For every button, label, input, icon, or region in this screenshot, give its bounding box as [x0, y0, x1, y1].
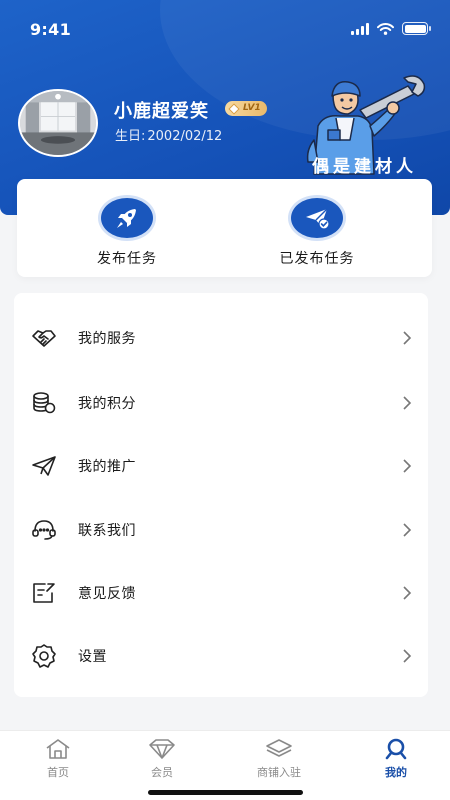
- chevron-right-icon: [403, 586, 412, 600]
- profile-icon: [381, 737, 411, 761]
- menu-item-my-points[interactable]: 我的积分: [14, 371, 428, 435]
- level-text: LV1: [243, 103, 261, 113]
- username: 小鹿超爱笑: [114, 101, 209, 122]
- birthday: 生日: 2002/02/12: [115, 125, 224, 144]
- menu-label: 我的服务: [78, 331, 136, 347]
- chevron-right-icon: [403, 459, 412, 473]
- rocket-icon: [98, 195, 156, 241]
- feedback-icon: [31, 580, 57, 606]
- menu-item-feedback[interactable]: 意见反馈: [14, 561, 428, 625]
- gear-icon: [31, 643, 57, 669]
- chevron-right-icon: [403, 396, 412, 410]
- diamond-icon: [147, 737, 177, 761]
- menu-label: 意见反馈: [78, 586, 136, 602]
- tab-mine[interactable]: 我的: [351, 737, 441, 781]
- chevron-right-icon: [403, 331, 412, 345]
- menu-label: 我的积分: [78, 396, 136, 412]
- home-indicator: [148, 790, 303, 795]
- layers-icon: [264, 737, 294, 761]
- tab-shop-entry[interactable]: 商铺入驻: [234, 737, 324, 781]
- birthday-label: 生日:: [115, 129, 146, 144]
- menu-item-my-services[interactable]: 我的服务: [14, 306, 428, 370]
- tab-label: 会员: [151, 766, 173, 779]
- publish-task-button[interactable]: 发布任务: [67, 195, 187, 275]
- menu-label: 联系我们: [78, 523, 136, 539]
- coins-icon: [31, 390, 57, 416]
- birthday-value: 2002/02/12: [147, 129, 223, 144]
- signal-icon: [351, 22, 369, 35]
- tab-label: 商铺入驻: [257, 766, 301, 779]
- tab-label: 首页: [47, 766, 69, 779]
- published-tasks-button[interactable]: 已发布任务: [257, 195, 377, 275]
- wifi-icon: [377, 22, 394, 35]
- tab-membership[interactable]: 会员: [117, 737, 207, 781]
- home-icon: [43, 737, 73, 761]
- chevron-right-icon: [403, 523, 412, 537]
- battery-icon: [402, 22, 431, 35]
- handshake-icon: [31, 325, 57, 351]
- status-time: 9:41: [30, 20, 71, 39]
- menu-item-my-promotion[interactable]: 我的推广: [14, 434, 428, 498]
- tab-home[interactable]: 首页: [13, 737, 103, 781]
- tab-label: 我的: [385, 766, 407, 779]
- menu-list: 我的服务 我的积分 我的推广 联系我们 意见反馈 设置: [14, 293, 428, 697]
- headset-icon: [31, 517, 57, 543]
- task-card: 发布任务 已发布任务: [17, 179, 432, 277]
- menu-label: 我的推广: [78, 459, 136, 475]
- menu-item-contact-us[interactable]: 联系我们: [14, 498, 428, 562]
- published-tasks-label: 已发布任务: [279, 251, 355, 267]
- paper-plane-check-icon: [288, 195, 346, 241]
- status-icons: [351, 22, 431, 35]
- level-badge: LV1: [225, 101, 267, 116]
- diamond-icon: [228, 102, 240, 115]
- send-icon: [31, 453, 57, 479]
- status-bar: 9:41: [0, 0, 450, 58]
- avatar[interactable]: [18, 89, 98, 157]
- publish-task-label: 发布任务: [97, 251, 157, 267]
- menu-label: 设置: [78, 649, 107, 665]
- chevron-right-icon: [403, 649, 412, 663]
- menu-item-settings[interactable]: 设置: [14, 624, 428, 688]
- slogan: 偶是建材人: [312, 157, 417, 177]
